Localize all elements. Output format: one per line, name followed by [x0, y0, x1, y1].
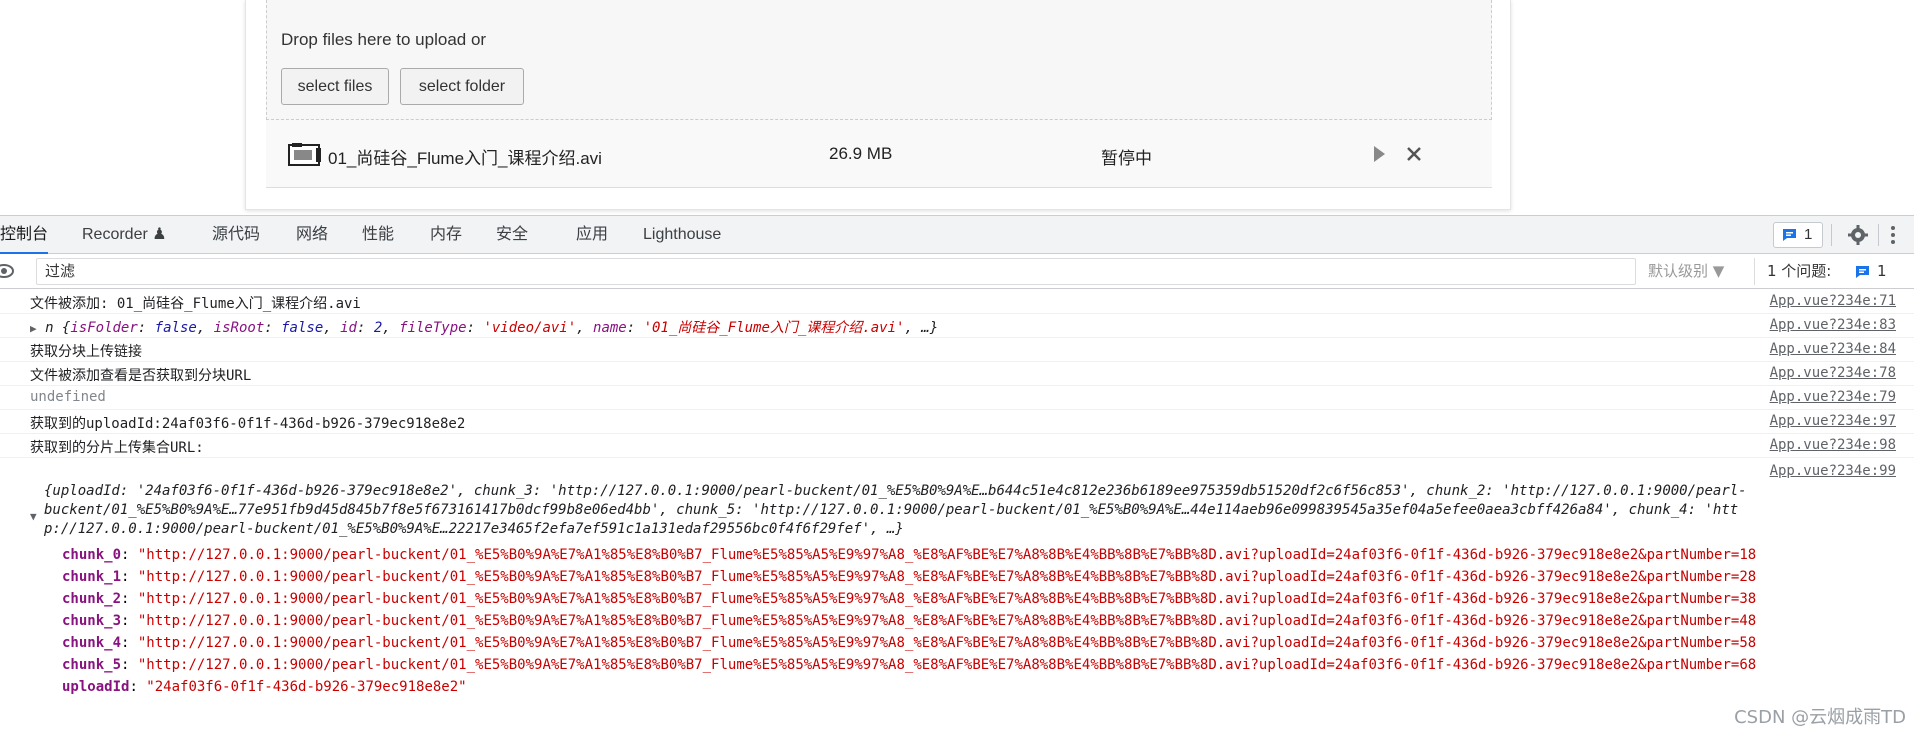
log-object[interactable]: ▶ n {isFolder: false, isRoot: false, id:… — [30, 317, 938, 337]
log-text: 获取到的uploadId:24af03f6-0f1f-436d-b926-379… — [30, 416, 466, 432]
web-page: Drop files here to upload or select file… — [0, 0, 1914, 215]
tab-network[interactable]: 网络 — [296, 216, 328, 254]
devtools-panel: 控制台 Recorder ♟ 源代码 网络 性能 内存 安全 应用 Lighth… — [0, 215, 1914, 736]
toolbar-divider — [1878, 224, 1879, 246]
console-message: 文件被添加: 01_尚硅谷_Flume入门_课程介绍.avi App.vue?2… — [0, 290, 1914, 314]
object-property-row: chunk_2: "http://127.0.0.1:9000/pearl-bu… — [62, 591, 1757, 607]
issues-badge-button[interactable]: 1 — [1773, 222, 1823, 248]
file-status: 暂停中 — [1101, 149, 1152, 168]
select-folder-button[interactable]: select folder — [400, 68, 524, 105]
tab-recorder[interactable]: Recorder ♟ — [82, 216, 167, 254]
log-level-select[interactable]: 默认级别 ▼ — [1648, 258, 1724, 285]
log-source-link[interactable]: App.vue?234e:79 — [1770, 389, 1896, 405]
drop-text: Drop files here to upload or — [281, 30, 487, 49]
file-name: 01_尚硅谷_Flume入门_课程介绍.avi — [328, 149, 602, 168]
log-text: 文件被添加查看是否获取到分块URL — [30, 368, 252, 384]
console-message: 文件被添加查看是否获取到分块URL App.vue?234e:78 — [0, 362, 1914, 386]
log-text: undefined — [30, 389, 106, 405]
object-property-row: chunk_4: "http://127.0.0.1:9000/pearl-bu… — [62, 635, 1757, 651]
tab-sources[interactable]: 源代码 — [212, 216, 260, 254]
watermark: CSDN @云烟成雨TD — [1734, 707, 1906, 728]
file-size: 26.9 MB — [829, 144, 893, 163]
message-icon — [1856, 266, 1869, 278]
message-icon — [1783, 229, 1796, 241]
object-property-row: uploadId: "24af03f6-0f1f-436d-b926-379ec… — [62, 679, 467, 695]
tab-lighthouse[interactable]: Lighthouse — [643, 216, 721, 254]
file-list-item: 01_尚硅谷_Flume入门_课程介绍.avi 26.9 MB 暂停中 — [266, 120, 1492, 188]
object-property-row: chunk_5: "http://127.0.0.1:9000/pearl-bu… — [62, 657, 1757, 673]
console-filter-bar: 过滤 默认级别 ▼ 1 个问题: 1 — [0, 254, 1914, 289]
console-message: ▶ n {isFolder: false, isRoot: false, id:… — [0, 314, 1914, 338]
console-message: 获取到的分片上传集合URL: App.vue?234e:98 — [0, 434, 1914, 458]
log-text: 文件被添加: 01_尚硅谷_Flume入门_课程介绍.avi — [30, 296, 361, 312]
tab-memory[interactable]: 内存 — [430, 216, 462, 254]
remove-icon[interactable] — [1405, 145, 1423, 163]
tab-performance[interactable]: 性能 — [362, 216, 394, 254]
console-output: 文件被添加: 01_尚硅谷_Flume入门_课程介绍.avi App.vue?2… — [0, 290, 1914, 737]
issues-badge-count: 1 — [1804, 226, 1813, 243]
filter-input[interactable]: 过滤 — [36, 258, 1636, 285]
select-files-button[interactable]: select files — [281, 68, 389, 105]
log-text: 获取分块上传链接 — [30, 344, 142, 360]
log-source-link[interactable]: App.vue?234e:99 — [1770, 463, 1896, 479]
video-file-icon — [288, 143, 321, 166]
log-source-link[interactable]: App.vue?234e:97 — [1770, 413, 1896, 429]
object-property-row: chunk_0: "http://127.0.0.1:9000/pearl-bu… — [62, 547, 1757, 563]
console-message: 获取分块上传链接 App.vue?234e:84 — [0, 338, 1914, 362]
uploader-panel: Drop files here to upload or select file… — [245, 0, 1511, 210]
log-source-link[interactable]: App.vue?234e:84 — [1770, 341, 1896, 357]
tab-console[interactable]: 控制台 — [0, 216, 49, 254]
tab-application[interactable]: 应用 — [576, 216, 608, 254]
log-text: 获取到的分片上传集合URL: — [30, 440, 204, 456]
issues-count-number: 1 — [1877, 262, 1887, 280]
tab-security[interactable]: 安全 — [496, 216, 528, 254]
upload-object-preview[interactable]: buckent/01_%E5%B0%9A%E…77e951fb9d45d845b… — [44, 501, 1914, 520]
gear-icon[interactable] — [1847, 224, 1869, 246]
object-property-row: chunk_3: "http://127.0.0.1:9000/pearl-bu… — [62, 613, 1757, 629]
issues-count-label: 1 个问题: — [1767, 262, 1832, 280]
issues-count-button[interactable]: 1 个问题: 1 — [1754, 258, 1914, 285]
console-message: 获取到的uploadId:24af03f6-0f1f-436d-b926-379… — [0, 410, 1914, 434]
eye-icon[interactable] — [0, 263, 14, 279]
more-options-icon[interactable] — [1890, 224, 1896, 246]
console-message: App.vue?234e:99 — [0, 460, 1914, 484]
console-message: undefined App.vue?234e:79 — [0, 386, 1914, 410]
log-source-link[interactable]: App.vue?234e:83 — [1770, 317, 1896, 333]
upload-object-preview[interactable]: {uploadId: '24af03f6-0f1f-436d-b926-379e… — [44, 482, 1914, 501]
upload-object-preview[interactable]: p://127.0.0.1:9000/pearl-buckent/01_%E5%… — [44, 520, 1914, 539]
log-source-link[interactable]: App.vue?234e:98 — [1770, 437, 1896, 453]
expand-triangle-icon[interactable]: ▶ — [30, 322, 37, 335]
collapse-triangle-icon[interactable]: ▼ — [30, 510, 37, 523]
drop-zone[interactable]: Drop files here to upload or select file… — [266, 0, 1492, 120]
toolbar-divider — [1831, 224, 1832, 246]
log-source-link[interactable]: App.vue?234e:78 — [1770, 365, 1896, 381]
resume-icon[interactable] — [1372, 145, 1386, 163]
object-property-row: chunk_1: "http://127.0.0.1:9000/pearl-bu… — [62, 569, 1757, 585]
devtools-tabbar: 控制台 Recorder ♟ 源代码 网络 性能 内存 安全 应用 Lighth… — [0, 216, 1914, 254]
log-source-link[interactable]: App.vue?234e:71 — [1770, 293, 1896, 309]
